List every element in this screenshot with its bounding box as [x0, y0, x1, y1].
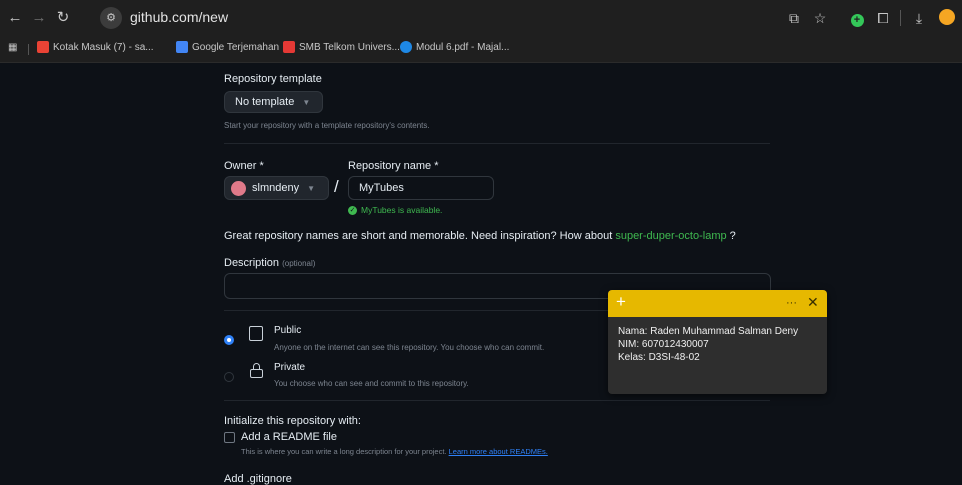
profile-avatar-icon[interactable] [938, 9, 956, 29]
bookmark-modul[interactable]: Modul 6.pdf - Majal... [400, 41, 509, 53]
owner-value: slmndeny [252, 182, 300, 194]
install-app-icon[interactable]: ⧉ [785, 9, 803, 27]
bookmark-label: Google Terjemahan [192, 41, 280, 53]
github-new-repo-page: Repository template No template ▼ Start … [0, 63, 962, 485]
chevron-down-icon: ▼ [307, 183, 315, 193]
google-translate-icon [176, 41, 188, 53]
back-arrow-icon[interactable]: ← [6, 9, 24, 27]
note-line-name: Nama: Raden Muhammad Salman Deny [618, 326, 799, 337]
inspiration-end: ? [729, 230, 736, 242]
divider [224, 143, 770, 144]
bookmark-star-icon[interactable]: ☆ [811, 9, 829, 27]
owner-avatar [231, 180, 246, 196]
lock-icon [250, 363, 263, 378]
url-text[interactable]: github.com/new [130, 9, 228, 25]
download-icon[interactable]: ⤓ [910, 9, 928, 27]
inspiration-line: Great repository names are short and mem… [224, 230, 736, 242]
readme-desc: This is where you can write a long descr… [241, 447, 447, 456]
bookmarks-bar: ▦ Kotak Masuk (7) - sa... Google Terjema… [0, 36, 962, 63]
public-radio[interactable] [224, 335, 234, 345]
toolbar-divider [900, 10, 901, 26]
bookmark-telkom[interactable]: SMB Telkom Univers... [283, 41, 400, 53]
note-line-kelas: Kelas: D3SI-48-02 [618, 352, 700, 363]
inspiration-suggestion-link[interactable]: super-duper-octo-lamp [615, 230, 726, 242]
template-select-value: No template [235, 96, 295, 108]
check-circle-icon: ✓ [348, 205, 357, 215]
description-label-text: Description [224, 257, 280, 269]
repo-name-value: MyTubes [359, 182, 404, 194]
repo-name-label: Repository name * [348, 160, 439, 172]
owner-select[interactable]: slmndeny ▼ [224, 176, 329, 200]
readme-learn-more-link[interactable]: Learn more about READMEs. [449, 447, 548, 456]
extensions-puzzle-icon[interactable]: ⧠ [874, 9, 892, 27]
gmail-icon [37, 41, 49, 53]
owner-repo-slash: / [334, 177, 339, 196]
sticky-note[interactable]: + ··· ✕ Nama: Raden Muhammad Salman Deny… [608, 290, 827, 394]
template-select[interactable]: No template ▼ [224, 91, 323, 113]
public-label: Public [274, 325, 302, 336]
bookmark-label: Kotak Masuk (7) - sa... [53, 41, 154, 53]
optional-tag: (optional) [282, 259, 316, 268]
forward-arrow-icon[interactable]: → [30, 9, 48, 27]
availability-message: ✓ MyTubes is available. [348, 205, 442, 215]
bookmark-gmail[interactable]: Kotak Masuk (7) - sa... [37, 41, 154, 53]
availability-text: MyTubes is available. [361, 205, 443, 215]
inspiration-text: Great repository names are short and mem… [224, 230, 613, 242]
apps-grid-icon[interactable]: ▦ [8, 43, 18, 53]
bookmark-label: SMB Telkom Univers... [299, 41, 400, 53]
repo-name-input[interactable]: MyTubes [348, 176, 494, 200]
modul-icon [400, 41, 412, 53]
bookmark-translate[interactable]: Google Terjemahan [176, 41, 279, 53]
owner-label: Owner * [224, 160, 264, 172]
browser-toolbar: ← → ↻ ⚙ github.com/new ⧉ ☆ + ⧠ ⤓ [0, 0, 962, 36]
add-note-icon[interactable]: + [616, 292, 626, 312]
address-bar[interactable]: ⚙ github.com/new [100, 5, 800, 31]
note-line-nim: NIM: 607012430007 [618, 339, 709, 350]
bookmark-label: Modul 6.pdf - Majal... [416, 41, 510, 53]
private-label: Private [274, 362, 306, 373]
bookmark-divider [28, 44, 29, 55]
private-radio[interactable] [224, 372, 234, 382]
reload-icon[interactable]: ↻ [54, 9, 72, 27]
divider [224, 400, 770, 401]
menu-dots-icon[interactable]: ··· [786, 297, 797, 309]
chevron-down-icon: ▼ [302, 97, 311, 107]
telkom-icon [283, 41, 295, 53]
description-label: Description (optional) [224, 257, 315, 269]
init-heading: Initialize this repository with: [224, 415, 361, 427]
readme-checkbox[interactable] [224, 432, 235, 443]
repo-book-icon [249, 326, 263, 341]
template-help: Start your repository with a template re… [224, 121, 430, 130]
sticky-note-header: + ··· ✕ [608, 290, 827, 317]
public-desc: Anyone on the internet can see this repo… [274, 343, 545, 352]
readme-label: Add a README file [241, 431, 337, 443]
site-info-icon[interactable]: ⚙ [100, 7, 122, 29]
readme-desc-line: This is where you can write a long descr… [241, 447, 548, 456]
close-icon[interactable]: ✕ [807, 294, 819, 311]
extension-green-icon[interactable]: + [848, 9, 866, 27]
template-heading: Repository template [224, 73, 322, 85]
private-desc: You choose who can see and commit to thi… [274, 379, 469, 388]
gitignore-heading: Add .gitignore [224, 473, 292, 485]
